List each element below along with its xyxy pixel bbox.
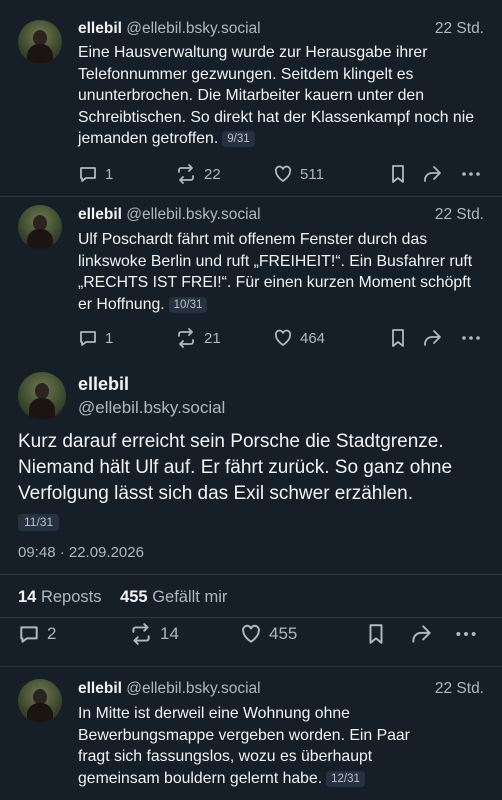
thread-badge: 9/31 [222,131,255,147]
avatar[interactable] [18,205,62,249]
post-text: Eine Hausverwaltung wurde zur Herausgabe… [78,42,478,150]
divider [0,196,502,197]
post-actions: 1 21 464 [78,328,488,352]
share-button[interactable] [421,164,443,184]
post-header: ellebil @ellebil.bsky.social [78,206,261,224]
bookmark-icon [392,165,404,183]
reply-icon [80,167,96,182]
like-button[interactable]: 511 [273,164,324,184]
share-icon [424,330,441,346]
bookmark-icon [392,329,404,347]
more-icon [462,172,480,176]
author-name[interactable]: ellebil [78,374,129,395]
post-time: 22 Std. [434,680,484,697]
repost-count: 21 [204,329,221,347]
reposts-stat[interactable]: 14 Reposts [18,588,101,606]
reply-icon [20,626,38,643]
post-actions: 1 22 511 [78,164,488,188]
reply-icon [80,331,96,346]
post-actions: 2 14 455 [18,623,488,647]
thread-badge: 12/31 [326,770,365,787]
repost-count: 22 [204,165,221,183]
avatar[interactable] [18,679,62,723]
more-button[interactable] [460,164,482,184]
reply-button[interactable]: 1 [78,164,113,184]
author-handle[interactable]: @ellebil.bsky.social [126,20,260,37]
share-icon [412,625,431,643]
likes-stat-label: Gefällt mir [152,588,228,606]
reply-button[interactable]: 2 [18,623,56,645]
like-icon [274,329,292,346]
bookmark-button[interactable] [389,164,407,184]
post-text: Kurz darauf erreicht sein Porsche die St… [18,431,453,504]
like-count: 464 [300,329,326,347]
reply-count: 2 [47,624,57,643]
post-body: Eine Hausverwaltung wurde zur Herausgabe… [78,44,475,147]
share-button[interactable] [409,623,433,645]
author-name[interactable]: ellebil [78,20,122,37]
post-text: Ulf Poschardt fährt mit offenem Fenster … [78,229,483,315]
bookmark-icon [369,624,383,644]
divider [0,574,502,575]
post-header: ellebil @ellebil.bsky.social [78,20,261,38]
reply-count: 1 [105,165,114,183]
bookmark-button[interactable] [389,328,407,348]
more-button[interactable] [454,623,478,645]
post-datetime: 09:48 · 22.09.2026 [18,544,144,561]
like-icon [274,165,292,182]
more-icon [462,336,480,340]
likes-stat-count: 455 [120,588,148,606]
like-icon [242,624,260,643]
author-handle[interactable]: @ellebil.bsky.social [126,680,260,697]
post-body: Ulf Poschardt fährt mit offenem Fenster … [78,231,473,313]
reply-count: 1 [105,329,114,347]
divider [0,617,502,618]
post-time: 22 Std. [434,20,484,37]
repost-button[interactable]: 21 [175,328,221,348]
divider [0,666,502,667]
reposts-stat-count: 14 [18,588,37,606]
like-button[interactable]: 464 [273,328,325,348]
repost-button[interactable]: 22 [175,164,221,184]
reposts-stat-label: Reposts [40,588,102,606]
repost-icon [178,328,194,348]
bookmark-button[interactable] [366,623,386,645]
share-icon [424,166,441,182]
more-icon [456,632,476,636]
post-text: In Mitte ist derweil eine Wohnung ohne B… [78,703,418,789]
author-name[interactable]: ellebil [78,206,122,223]
avatar[interactable] [18,372,66,420]
share-button[interactable] [421,328,443,348]
avatar[interactable] [18,20,62,64]
repost-count: 14 [160,624,179,643]
thread-badge: 10/31 [168,296,208,313]
engagement-stats: 14 Reposts 455 Gefällt mir [18,588,227,607]
repost-icon [178,164,194,184]
like-count: 511 [300,165,324,183]
more-button[interactable] [460,328,482,348]
likes-stat[interactable]: 455 Gefällt mir [120,588,227,606]
thread-badge: 11/31 [18,514,60,531]
like-count: 455 [269,624,298,643]
post-time: 22 Std. [434,206,484,223]
author-handle[interactable]: @ellebil.bsky.social [78,398,225,418]
author-name[interactable]: ellebil [78,680,122,697]
reply-button[interactable]: 1 [78,328,113,348]
post-header: ellebil @ellebil.bsky.social [78,680,261,698]
repost-icon [132,623,150,645]
repost-button[interactable]: 14 [129,623,179,645]
like-button[interactable]: 455 [240,623,297,645]
author-handle[interactable]: @ellebil.bsky.social [126,206,260,223]
